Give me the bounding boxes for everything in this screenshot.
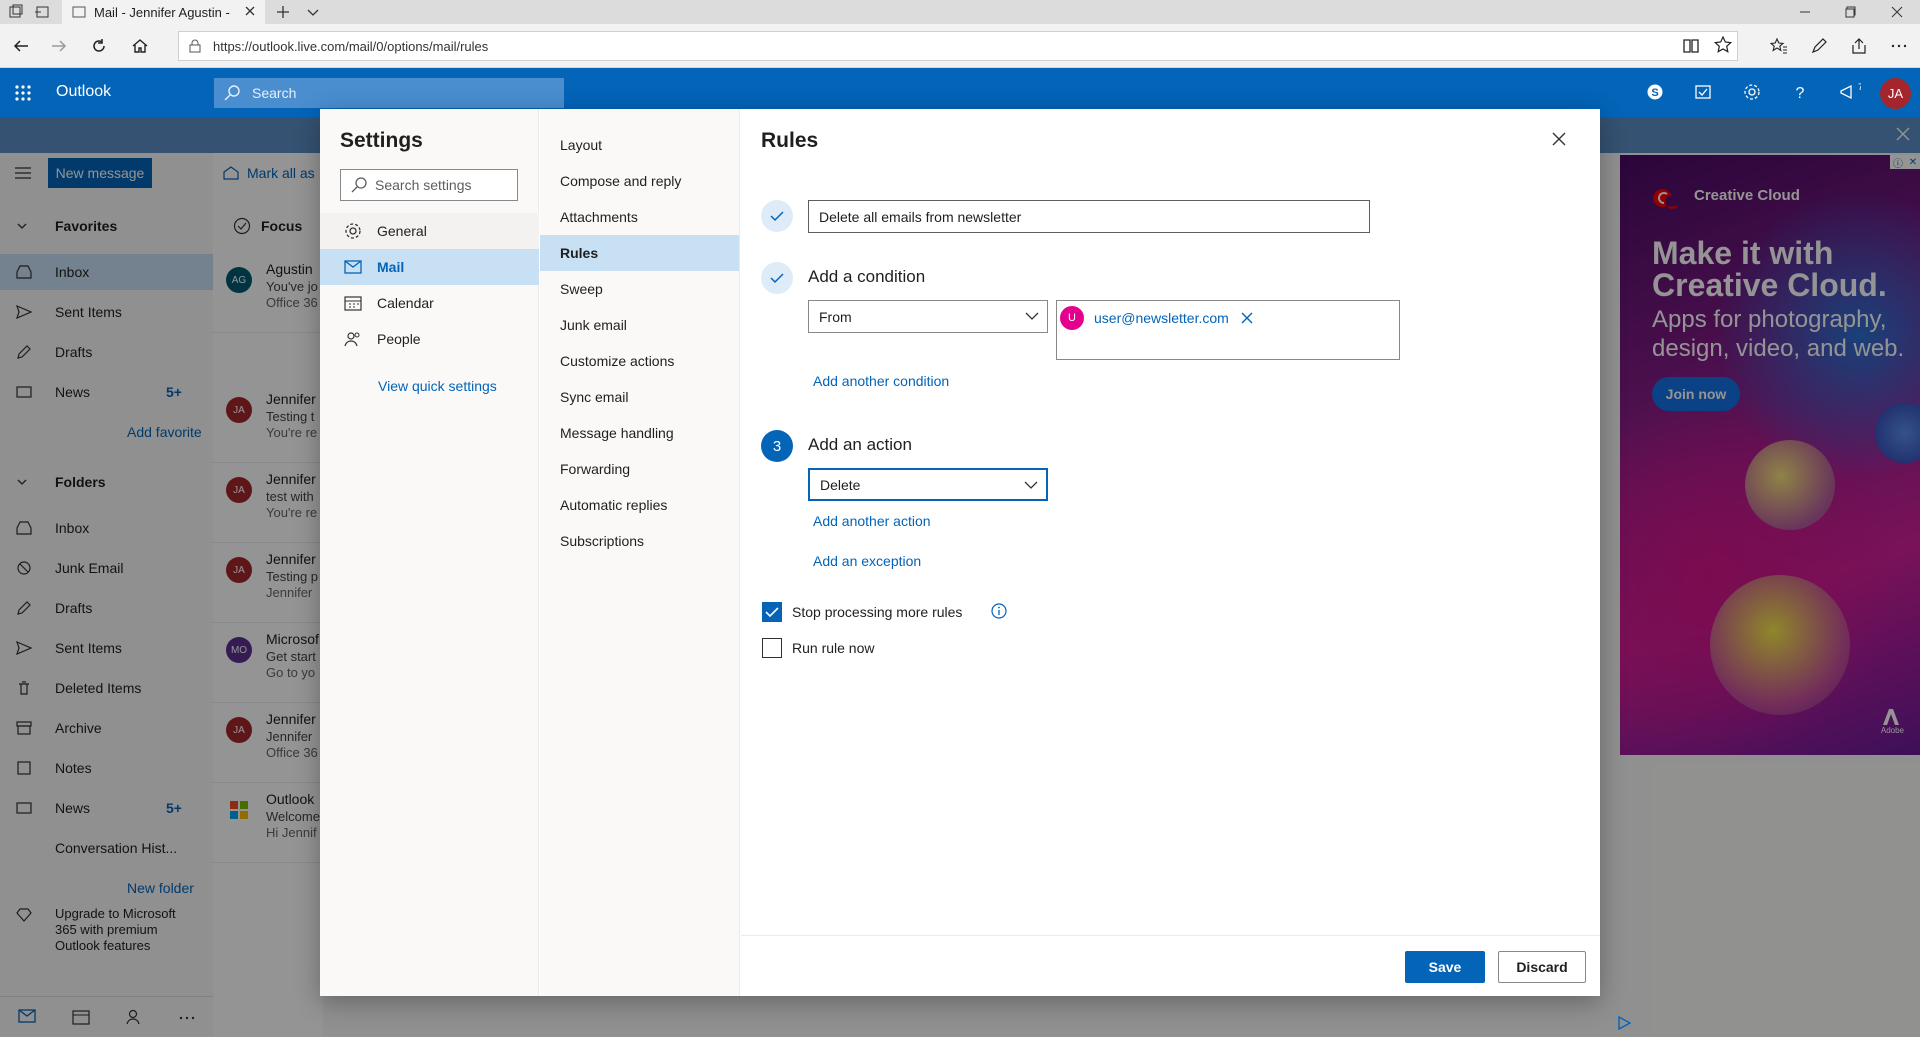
condition-type-dropdown[interactable]: From <box>808 300 1048 333</box>
browser-tab-bar: Mail - Jennifer Agustin - <box>0 0 1920 24</box>
favorites-hub-icon[interactable] <box>1770 37 1788 55</box>
recipient-avatar: U <box>1060 306 1084 330</box>
favorite-star-icon[interactable] <box>1714 36 1732 54</box>
set-aside-tabs-icon[interactable] <box>34 4 50 20</box>
reading-view-icon[interactable] <box>1682 37 1700 55</box>
step-number-badge: 3 <box>761 430 793 462</box>
discard-button[interactable]: Discard <box>1498 951 1586 983</box>
refresh-icon[interactable] <box>90 37 108 55</box>
remove-recipient-icon[interactable] <box>1241 312 1253 324</box>
gear-icon <box>344 222 362 240</box>
info-icon[interactable] <box>991 603 1007 619</box>
subcategory-sync-email[interactable]: Sync email <box>540 379 739 415</box>
settings-category-mail[interactable]: Mail <box>320 249 539 285</box>
footer-divider <box>741 935 1600 936</box>
tab-list-chevron-icon[interactable] <box>305 4 321 20</box>
browser-tab[interactable]: Mail - Jennifer Agustin - <box>62 0 265 24</box>
svg-text:?: ? <box>1796 85 1805 101</box>
subcategory-sweep[interactable]: Sweep <box>540 271 739 307</box>
subcategory-layout[interactable]: Layout <box>540 127 739 163</box>
step-complete-icon <box>761 200 793 232</box>
add-condition-label: Add a condition <box>808 267 926 286</box>
subcategory-rules[interactable]: Rules <box>540 235 739 271</box>
forward-icon[interactable] <box>50 37 68 55</box>
mail-search-input[interactable]: Search <box>214 78 564 108</box>
run-rule-now-label: Run rule now <box>792 640 875 656</box>
settings-title: Settings <box>340 129 423 152</box>
subcategory-junk-email[interactable]: Junk email <box>540 307 739 343</box>
mail-subcategories-pane: Layout Compose and reply Attachments Rul… <box>540 109 740 996</box>
home-icon[interactable] <box>131 37 149 55</box>
close-icon[interactable] <box>1551 131 1567 147</box>
subcategory-compose-and-reply[interactable]: Compose and reply <box>540 163 739 199</box>
tab-close-icon[interactable] <box>243 4 257 18</box>
web-note-icon[interactable] <box>1810 37 1828 55</box>
recipient-email: user@newsletter.com <box>1094 310 1229 326</box>
back-icon[interactable] <box>12 37 30 55</box>
run-rule-now-checkbox[interactable] <box>762 638 782 658</box>
minimize-icon[interactable] <box>1782 0 1828 24</box>
rules-pane: Rules Delete all emails from newsletter … <box>741 109 1600 996</box>
subcategory-message-handling[interactable]: Message handling <box>540 415 739 451</box>
settings-category-calendar[interactable]: Calendar <box>320 285 539 321</box>
whats-new-icon[interactable]: 7 <box>1839 83 1861 101</box>
search-icon <box>351 177 367 193</box>
stop-processing-label: Stop processing more rules <box>792 604 963 620</box>
add-action-label: Add an action <box>808 435 912 454</box>
more-icon[interactable] <box>1890 37 1908 55</box>
window-close-icon[interactable] <box>1874 0 1920 24</box>
settings-categories-pane: Settings Search settings General Mail Ca… <box>320 109 539 996</box>
tab-title: Mail - Jennifer Agustin - <box>94 4 230 20</box>
settings-gear-icon[interactable] <box>1743 83 1761 101</box>
save-button[interactable]: Save <box>1405 951 1485 983</box>
view-quick-settings-link[interactable]: View quick settings <box>378 378 497 394</box>
calendar-icon <box>344 295 362 311</box>
search-icon <box>224 85 240 101</box>
people-icon <box>344 331 362 347</box>
share-icon[interactable] <box>1850 37 1868 55</box>
adchoices-icon[interactable] <box>1617 1016 1631 1030</box>
outlook-brand[interactable]: Outlook <box>56 83 111 101</box>
stop-processing-checkbox[interactable] <box>762 602 782 622</box>
app-launcher-icon[interactable] <box>14 84 32 102</box>
help-icon[interactable]: ? <box>1791 83 1809 101</box>
settings-dialog: Settings Search settings General Mail Ca… <box>320 109 1600 996</box>
chevron-down-icon <box>1024 480 1038 490</box>
recipient-pill[interactable]: U user@newsletter.com <box>1060 305 1253 331</box>
subcategory-automatic-replies[interactable]: Automatic replies <box>540 487 739 523</box>
subcategory-customize-actions[interactable]: Customize actions <box>540 343 739 379</box>
rule-name-input[interactable]: Delete all emails from newsletter <box>808 200 1370 233</box>
subcategory-attachments[interactable]: Attachments <box>540 199 739 235</box>
svg-text:7: 7 <box>1858 83 1861 92</box>
chevron-down-icon <box>1025 311 1039 321</box>
add-another-action-link[interactable]: Add another action <box>813 513 931 529</box>
url-text: https://outlook.live.com/mail/0/options/… <box>213 38 489 54</box>
settings-search-placeholder: Search settings <box>375 177 472 193</box>
browser-address-bar: https://outlook.live.com/mail/0/options/… <box>0 24 1920 68</box>
svg-text:S: S <box>1651 87 1658 99</box>
settings-category-general[interactable]: General <box>320 213 539 249</box>
step-complete-icon <box>761 262 793 294</box>
url-field[interactable]: https://outlook.live.com/mail/0/options/… <box>178 31 1738 61</box>
subcategory-forwarding[interactable]: Forwarding <box>540 451 739 487</box>
maximize-icon[interactable] <box>1828 0 1874 24</box>
mail-icon <box>344 260 362 274</box>
tab-actions-icon[interactable] <box>8 4 24 20</box>
my-day-icon[interactable] <box>1694 83 1712 101</box>
settings-search-input[interactable]: Search settings <box>340 169 518 201</box>
add-another-condition-link[interactable]: Add another condition <box>813 373 949 389</box>
new-tab-icon[interactable] <box>275 4 291 20</box>
condition-recipients-field[interactable]: U user@newsletter.com <box>1056 300 1400 360</box>
user-avatar[interactable]: JA <box>1880 78 1911 109</box>
action-type-dropdown[interactable]: Delete <box>808 468 1048 501</box>
add-exception-link[interactable]: Add an exception <box>813 553 921 569</box>
rules-title: Rules <box>761 129 819 152</box>
subcategory-subscriptions[interactable]: Subscriptions <box>540 523 739 559</box>
mail-search-placeholder: Search <box>252 85 297 101</box>
tab-favicon-icon <box>72 5 86 19</box>
lock-icon <box>189 39 201 53</box>
settings-category-people[interactable]: People <box>320 321 539 357</box>
skype-icon[interactable]: S <box>1646 83 1664 101</box>
